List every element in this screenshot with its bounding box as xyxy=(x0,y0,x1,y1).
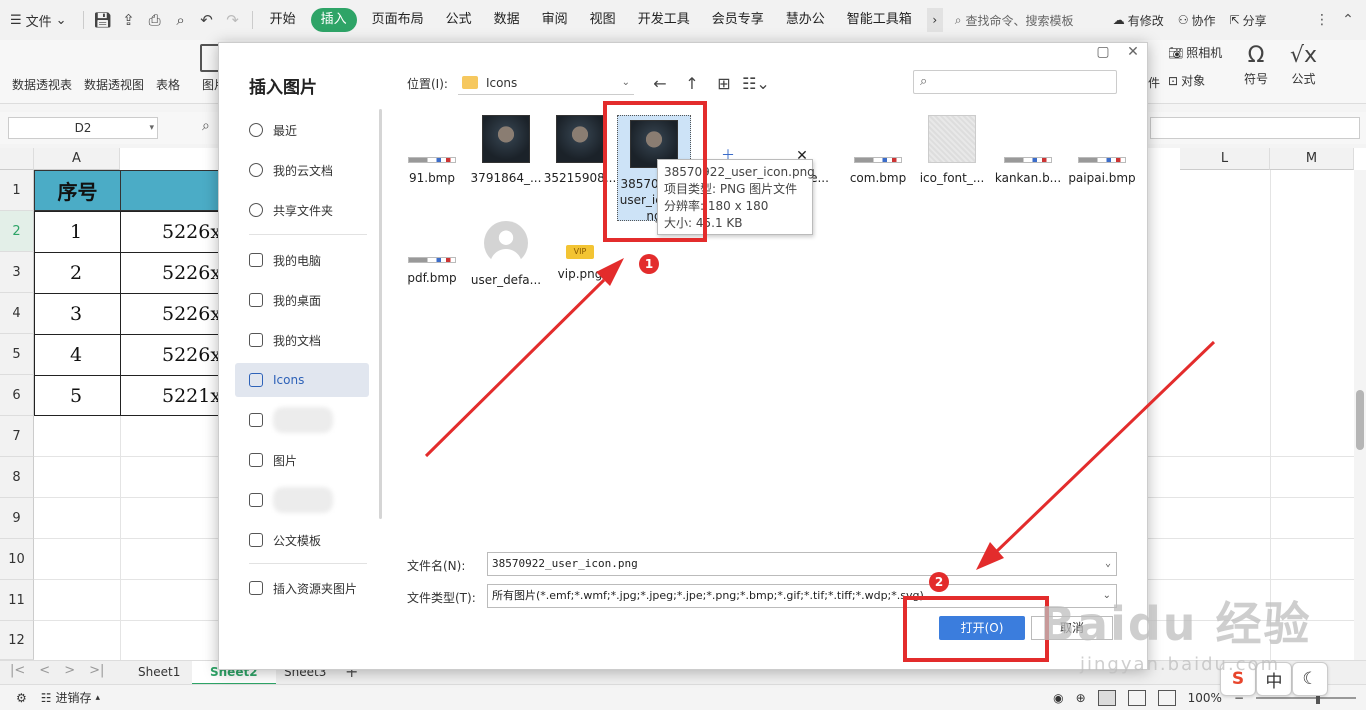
wps-window: ☰ 文件 ⌄ 💾︎ ⇪ ⎙ ⌕ ↶ ↷ 开始 插入 页面布局 公式 数据 审阅 … xyxy=(0,0,1366,710)
arrow-line-2 xyxy=(994,340,1216,554)
arrow-line-1 xyxy=(424,278,606,458)
baidu-watermark: Baidu 经验 jingyan.baidu.com xyxy=(1040,597,1312,675)
arrow-head-2 xyxy=(976,542,1004,570)
